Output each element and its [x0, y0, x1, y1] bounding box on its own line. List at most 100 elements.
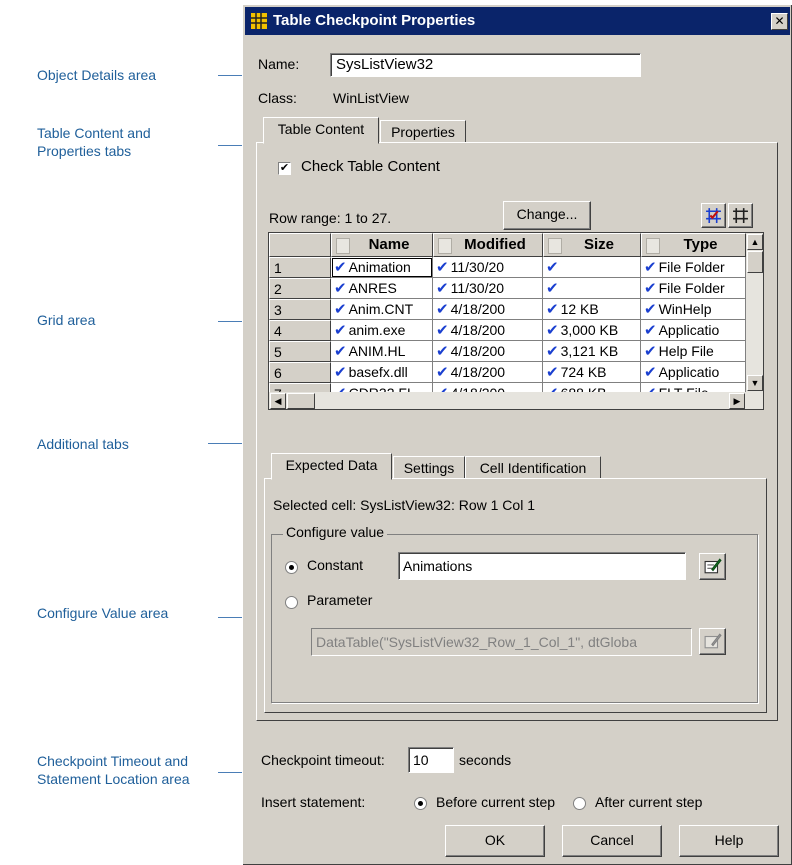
cell-value: Applicatio [658, 364, 720, 380]
callout-configure: Configure Value area [37, 605, 169, 621]
checkmark-icon: ✔ [644, 280, 657, 297]
checkmark-icon: ✔ [334, 343, 347, 360]
scroll-down-arrow-icon[interactable]: ▼ [747, 375, 763, 391]
before-step-radio[interactable] [414, 797, 427, 810]
checkmark-icon: ✔ [644, 364, 657, 381]
checkmark-icon: ✔ [334, 280, 347, 297]
ok-button[interactable]: OK [445, 825, 545, 857]
checkmark-icon: ✔ [546, 301, 559, 318]
checkmark-icon: ✔ [644, 322, 657, 339]
tab-properties[interactable]: Properties [380, 120, 466, 143]
table-cell[interactable]: ✔ [543, 257, 641, 278]
table-cell[interactable]: ✔4/18/200 [433, 299, 543, 320]
row-header[interactable]: 5 [269, 341, 331, 362]
edit-constant-button[interactable] [699, 553, 726, 580]
table-cell[interactable]: ✔ WinHelp [641, 299, 746, 320]
row-header[interactable]: 3 [269, 299, 331, 320]
column-header-size[interactable]: Size [543, 233, 641, 257]
cell-value: ANRES [348, 280, 397, 296]
table-cell[interactable]: ✔ File Folder [641, 257, 746, 278]
edit-icon [704, 558, 722, 574]
checkmark-icon: ✔ [644, 301, 657, 318]
column-header-label: Size [583, 236, 614, 253]
scroll-right-arrow-icon[interactable]: ▶ [729, 393, 745, 409]
vertical-scrollbar[interactable]: ▲ ▼ [746, 233, 763, 392]
name-input[interactable]: SysListView32 [330, 53, 641, 77]
table-cell[interactable]: ✔ anim.exe [331, 320, 433, 341]
clear-cells-button[interactable] [728, 203, 753, 228]
checkmark-icon: ✔ [436, 322, 449, 339]
help-button[interactable]: Help [679, 825, 779, 857]
callout-grid: Grid area [37, 312, 96, 328]
row-header[interactable]: 4 [269, 320, 331, 341]
title-bar[interactable]: Table Checkpoint Properties ✕ [245, 7, 790, 35]
cell-value: 4/18/200 [450, 364, 506, 380]
column-header-name[interactable]: Name [331, 233, 433, 257]
checkpoint-grid[interactable]: Name Modified Size Type 1 ✔ Animation ✔ 11/3… [268, 232, 764, 410]
row-header[interactable]: 2 [269, 278, 331, 299]
select-cells-button[interactable] [701, 203, 726, 228]
checkmark-icon: ✔ [546, 322, 559, 339]
cell-value: Applicatio [658, 322, 720, 338]
scroll-thumb[interactable] [287, 393, 315, 409]
table-icon [251, 13, 267, 29]
table-cell[interactable]: ✔ File Folder [641, 278, 746, 299]
check-table-content-checkbox[interactable]: ✔ [278, 162, 291, 175]
edit-parameter-button [699, 628, 726, 655]
cell-value: 11/30/20 [450, 259, 505, 275]
checkmark-icon: ✔ [436, 301, 449, 318]
edit-icon [704, 633, 722, 649]
table-cell[interactable]: ✔ Applicatio [641, 320, 746, 341]
table-cell[interactable]: ✔ Help File [641, 341, 746, 362]
row-header[interactable]: 1 [269, 257, 331, 278]
table-cell[interactable]: ✔ 12 KB [543, 299, 641, 320]
scroll-left-arrow-icon[interactable]: ◀ [270, 393, 286, 409]
row-range-text: Row range: 1 to 27. [269, 210, 392, 226]
table-cell[interactable]: ✔ [543, 278, 641, 299]
tab-cell-identification[interactable]: Cell Identification [465, 456, 601, 479]
constant-radio[interactable] [285, 561, 298, 574]
table-cell[interactable]: ✔ Applicatio [641, 362, 746, 383]
grid-corner [269, 233, 331, 257]
table-cell[interactable]: ✔ ANIM.HL [331, 341, 433, 362]
table-cell[interactable]: ✔4/18/200 [433, 362, 543, 383]
column-header-type[interactable]: Type [641, 233, 746, 257]
checkmark-icon: ✔ [334, 259, 347, 276]
constant-value-input[interactable]: Animations [398, 552, 686, 580]
horizontal-scrollbar[interactable]: ◀ ▶ [269, 392, 763, 409]
change-button[interactable]: Change... [503, 201, 591, 230]
tab-settings[interactable]: Settings [393, 456, 465, 479]
table-cell[interactable]: ✔4/18/200 [433, 320, 543, 341]
table-cell[interactable]: ✔ 11/30/20 [433, 257, 543, 278]
column-header-label: Type [683, 236, 718, 253]
cell-value: 4/18/200 [450, 322, 506, 338]
table-cell[interactable]: ✔ 724 KB [543, 362, 641, 383]
table-cell[interactable]: ✔ ANRES [331, 278, 433, 299]
checkmark-icon: ✔ [334, 301, 347, 318]
cancel-button[interactable]: Cancel [562, 825, 662, 857]
cell-value: 3,000 KB [560, 322, 619, 338]
cell-value: File Folder [658, 280, 725, 296]
table-cell[interactable]: ✔ Animation [331, 257, 433, 278]
table-cell[interactable]: ✔ basefx.dll [331, 362, 433, 383]
table-cell[interactable]: ✔ 11/30/20 [433, 278, 543, 299]
configure-value-legend: Configure value [283, 524, 388, 540]
close-button[interactable]: ✕ [771, 13, 788, 30]
parameter-radio[interactable] [285, 596, 298, 609]
callout-timeout: Checkpoint Timeout and Statement Locatio… [37, 753, 190, 787]
parameter-label: Parameter [307, 592, 373, 608]
tab-expected-data[interactable]: Expected Data [271, 453, 392, 480]
tab-table-content[interactable]: Table Content [263, 117, 379, 144]
table-cell[interactable]: ✔ 3,121 KB [543, 341, 641, 362]
scroll-thumb[interactable] [747, 251, 763, 273]
column-header-modified[interactable]: Modified [433, 233, 543, 257]
checkmark-icon: ✔ [644, 259, 657, 276]
scroll-up-arrow-icon[interactable]: ▲ [747, 234, 763, 250]
table-cell[interactable]: ✔ Anim.CNT [331, 299, 433, 320]
row-header[interactable]: 6 [269, 362, 331, 383]
table-cell[interactable]: ✔4/18/200 [433, 341, 543, 362]
after-step-radio[interactable] [573, 797, 586, 810]
timeout-input[interactable]: 10 [408, 747, 454, 773]
table-cell[interactable]: ✔ 3,000 KB [543, 320, 641, 341]
table-checkpoint-dialog: Table Checkpoint Properties ✕ Name: SysL… [242, 4, 792, 865]
